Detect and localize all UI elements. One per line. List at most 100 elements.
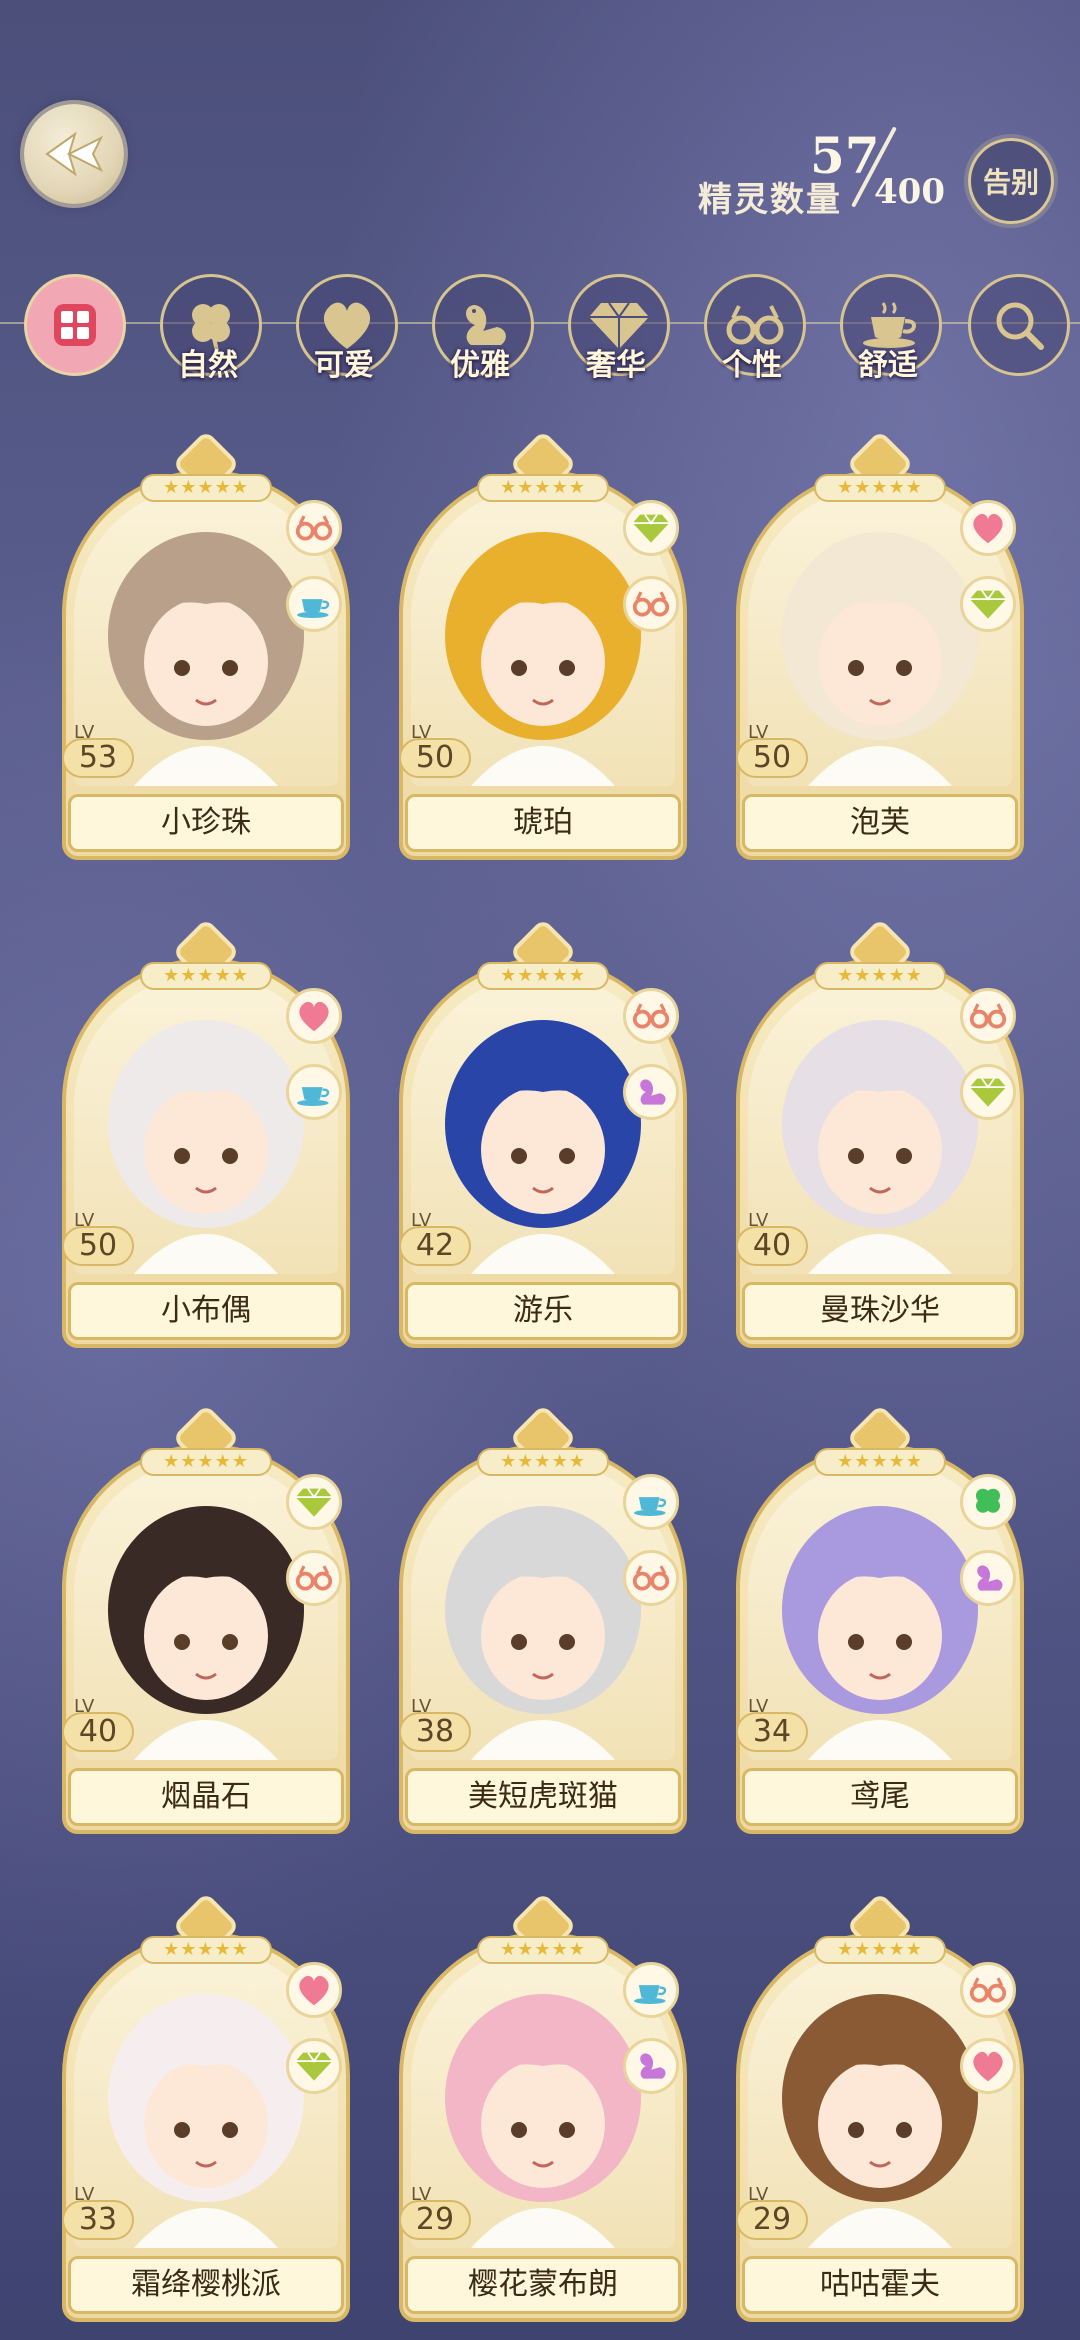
heart-icon — [295, 998, 333, 1034]
glasses-icon — [631, 588, 671, 620]
star-rating: ★★★★★ — [140, 1448, 272, 1476]
level-value: 50 — [736, 738, 808, 778]
spirit-name: 鸢尾 — [742, 1768, 1018, 1826]
level-value: 42 — [399, 1226, 471, 1266]
level-value: 53 — [62, 738, 134, 778]
back-arrow-icon — [45, 131, 104, 177]
filter-all[interactable] — [18, 268, 126, 376]
filter-luxury[interactable]: 奢华 — [562, 268, 670, 383]
level-value: 40 — [736, 1226, 808, 1266]
swan-icon — [969, 1559, 1007, 1597]
trait-badge — [623, 1962, 679, 2018]
star-rating: ★★★★★ — [477, 1936, 609, 1964]
header: 精灵数量 57 400 告别 自然 可爱 优雅 奢华 个性 舒适 — [0, 0, 1080, 383]
star-rating: ★★★★★ — [140, 474, 272, 502]
search-button[interactable] — [962, 268, 1070, 376]
spirit-card[interactable]: ★★★★★ LV 29 樱花蒙布朗 — [399, 1892, 687, 2322]
trait-badge — [623, 576, 679, 632]
level-badge: LV 29 — [736, 2184, 818, 2264]
spirit-card[interactable]: ★★★★★ LV 53 小珍珠 — [62, 430, 350, 860]
spirit-card[interactable]: ★★★★★ LV 42 游乐 — [399, 918, 687, 1348]
spirit-card[interactable]: ★★★★★ LV 40 曼珠沙华 — [736, 918, 1024, 1348]
spirit-name: 小珍珠 — [68, 794, 344, 852]
filter-comfort[interactable]: 舒适 — [834, 268, 942, 383]
spirit-name: 琥珀 — [405, 794, 681, 852]
trait-badge — [286, 988, 342, 1044]
glasses-icon — [968, 1974, 1008, 2006]
trait-badge — [286, 1550, 342, 1606]
star-rating: ★★★★★ — [477, 962, 609, 990]
trait-badge — [960, 988, 1016, 1044]
trait-badge — [960, 1550, 1016, 1606]
diamond-icon — [294, 1485, 334, 1519]
teacup-icon — [294, 587, 334, 621]
trait-badge — [623, 988, 679, 1044]
spirit-card[interactable]: ★★★★★ LV 50 泡芙 — [736, 430, 1024, 860]
diamond-icon — [631, 511, 671, 545]
level-value: 29 — [399, 2200, 471, 2240]
trait-badge — [960, 500, 1016, 556]
heart-icon — [969, 510, 1007, 546]
level-value: 33 — [62, 2200, 134, 2240]
swan-icon — [632, 2047, 670, 2085]
filter-nature[interactable]: 自然 — [154, 268, 262, 383]
star-rating: ★★★★★ — [814, 962, 946, 990]
level-value: 40 — [62, 1712, 134, 1752]
spirit-card[interactable]: ★★★★★ LV 50 小布偶 — [62, 918, 350, 1348]
spirit-card[interactable]: ★★★★★ LV 34 鸢尾 — [736, 1404, 1024, 1834]
trait-badge — [960, 1474, 1016, 1530]
trait-badge — [286, 2038, 342, 2094]
level-badge: LV 33 — [62, 2184, 144, 2264]
spirit-name: 咕咕霍夫 — [742, 2256, 1018, 2314]
glasses-icon — [294, 512, 334, 544]
teacup-icon — [631, 1973, 671, 2007]
star-rating: ★★★★★ — [477, 474, 609, 502]
trait-badge — [286, 1064, 342, 1120]
level-badge: LV 40 — [736, 1210, 818, 1290]
trait-badge — [960, 2038, 1016, 2094]
spirit-card[interactable]: ★★★★★ LV 33 霜绛樱桃派 — [62, 1892, 350, 2322]
filter-personality[interactable]: 个性 — [698, 268, 806, 383]
heart-icon — [295, 1972, 333, 2008]
search-icon — [996, 302, 1044, 350]
swan-icon — [632, 1073, 670, 1111]
spirit-card[interactable]: ★★★★★ LV 40 烟晶石 — [62, 1404, 350, 1834]
level-value: 29 — [736, 2200, 808, 2240]
spirit-card[interactable]: ★★★★★ LV 38 美短虎斑猫 — [399, 1404, 687, 1834]
spirit-name: 霜绛樱桃派 — [68, 2256, 344, 2314]
level-value: 38 — [399, 1712, 471, 1752]
back-button[interactable] — [24, 104, 124, 204]
clover-icon — [969, 1483, 1007, 1521]
level-badge: LV 50 — [736, 722, 818, 802]
filter-label-cute: 可爱 — [314, 348, 374, 383]
trait-badge — [286, 576, 342, 632]
trait-badge — [286, 1962, 342, 2018]
level-badge: LV 42 — [399, 1210, 481, 1290]
spirit-name: 曼珠沙华 — [742, 1282, 1018, 1340]
glasses-icon — [631, 1000, 671, 1032]
teacup-icon — [631, 1485, 671, 1519]
trait-badge — [286, 500, 342, 556]
level-badge: LV 29 — [399, 2184, 481, 2264]
filter-cute[interactable]: 可爱 — [290, 268, 398, 383]
spirit-name: 小布偶 — [68, 1282, 344, 1340]
level-value: 50 — [399, 738, 471, 778]
star-rating: ★★★★★ — [814, 474, 946, 502]
trait-badge — [623, 2038, 679, 2094]
filter-elegant[interactable]: 优雅 — [426, 268, 534, 383]
filter-label-luxury: 奢华 — [586, 348, 646, 383]
trait-badge — [960, 1962, 1016, 2018]
level-value: 50 — [62, 1226, 134, 1266]
spirit-card[interactable]: ★★★★★ LV 50 琥珀 — [399, 430, 687, 860]
spirit-name: 游乐 — [405, 1282, 681, 1340]
spirit-card[interactable]: ★★★★★ LV 29 咕咕霍夫 — [736, 1892, 1024, 2322]
spirit-count: 精灵数量 57 400 — [690, 126, 970, 220]
filter-label-comfort: 舒适 — [858, 348, 918, 383]
level-badge: LV 50 — [62, 1210, 144, 1290]
trait-badge — [623, 1064, 679, 1120]
trait-badge — [960, 1064, 1016, 1120]
spirit-name: 美短虎斑猫 — [405, 1768, 681, 1826]
spirit-name: 樱花蒙布朗 — [405, 2256, 681, 2314]
farewell-button[interactable]: 告别 — [968, 138, 1054, 224]
diamond-icon — [294, 2049, 334, 2083]
